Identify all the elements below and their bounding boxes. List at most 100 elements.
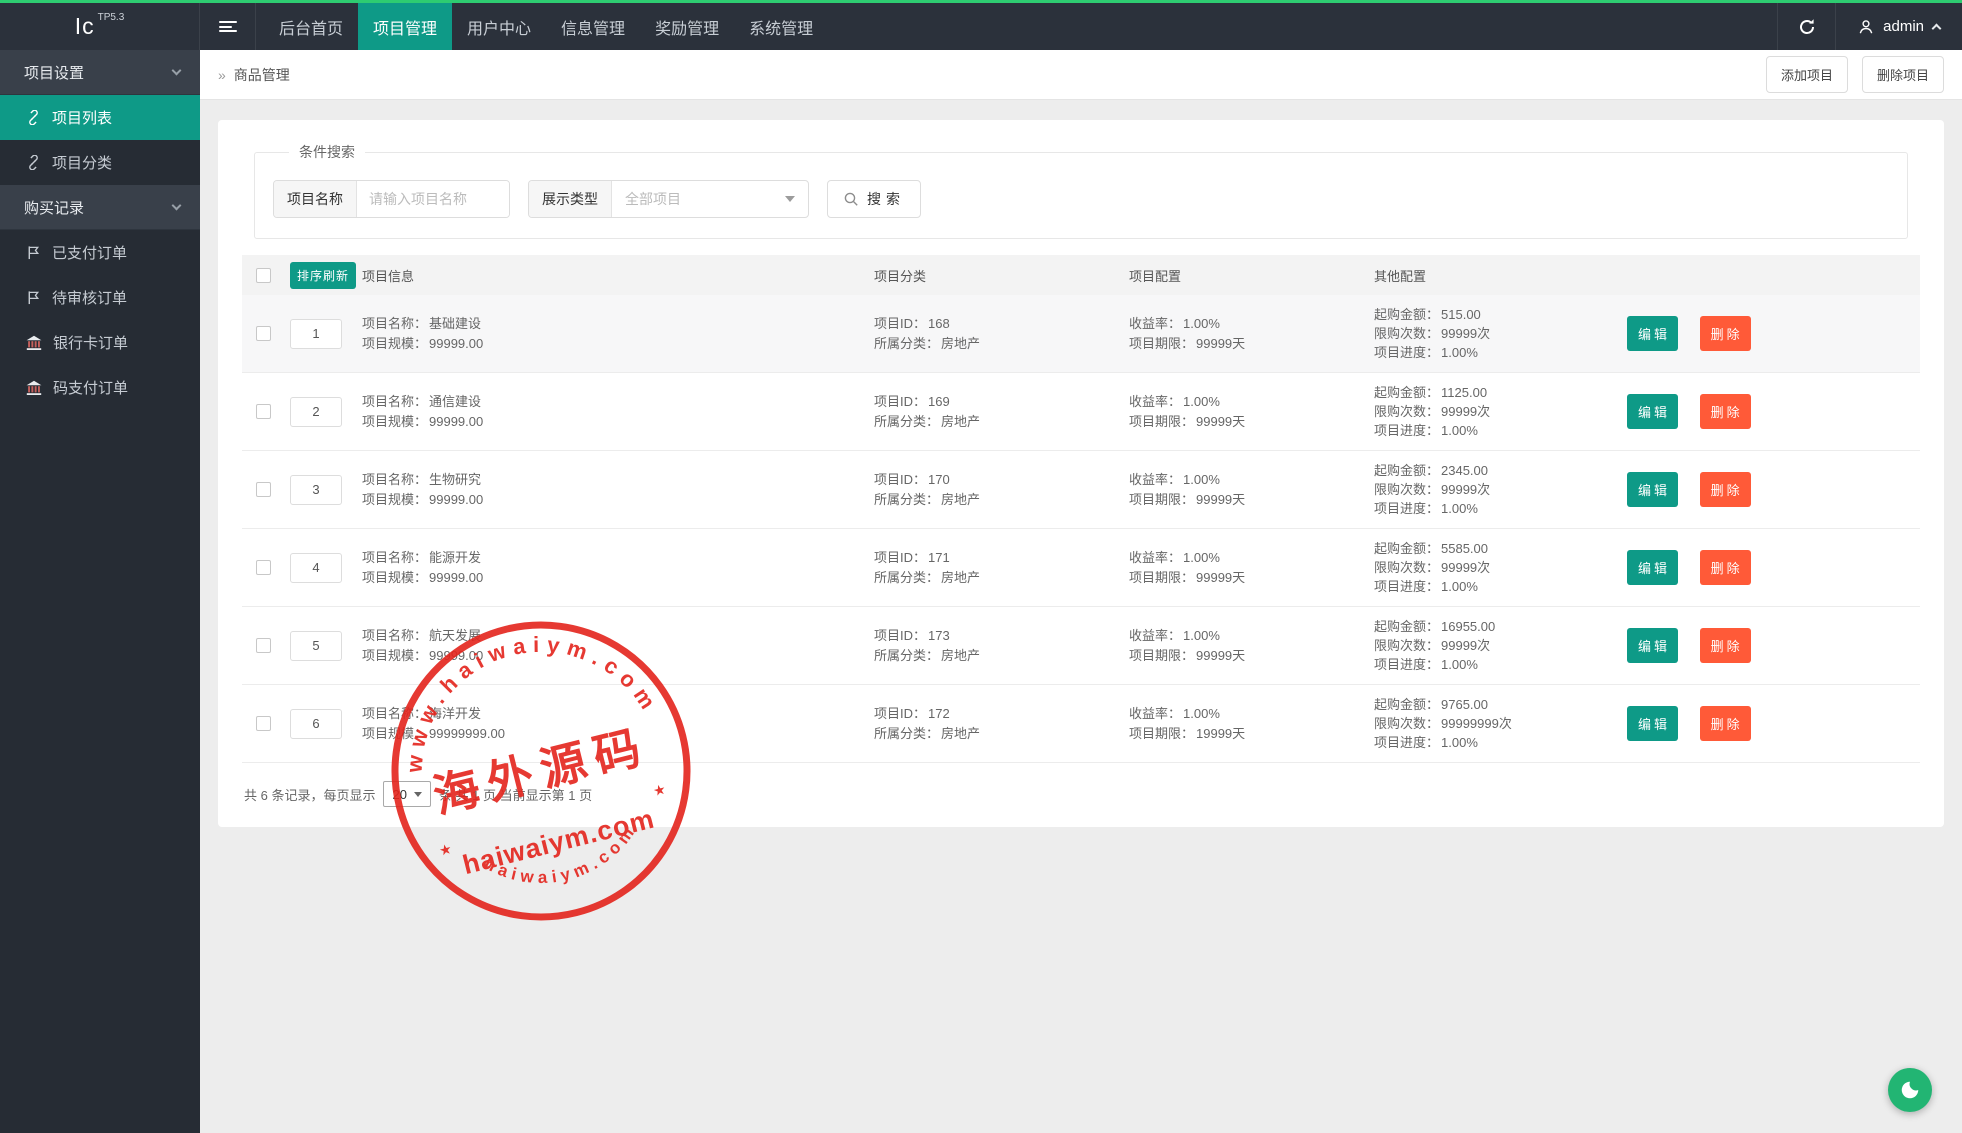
crescent-icon	[1899, 1079, 1921, 1101]
topbar: Ic TP5.3 后台首页 项目管理 用户中心 信息管理 奖励管理 系统管理	[0, 0, 1962, 50]
project-rate-label: 收益率：	[1129, 472, 1181, 487]
sidebar-item-qrpay-orders[interactable]: 码支付订单	[0, 365, 200, 410]
edit-button[interactable]: 编辑	[1627, 706, 1678, 741]
topnav-item-rewards[interactable]: 奖励管理	[640, 3, 734, 50]
row-order-input[interactable]	[290, 475, 342, 505]
sidebar-group-project-settings[interactable]: 项目设置	[0, 50, 200, 95]
breadcrumb-arrow-icon: »	[218, 67, 226, 83]
search-form: 项目名称 展示类型 全部项目	[273, 180, 1889, 218]
select-all-checkbox[interactable]	[256, 268, 271, 283]
delete-button[interactable]: 删除	[1700, 472, 1751, 507]
top-navigation: 后台首页 项目管理 用户中心 信息管理 奖励管理 系统管理	[264, 3, 828, 50]
delete-button[interactable]: 删除	[1700, 394, 1751, 429]
page-size-select[interactable]: 20	[383, 781, 430, 807]
row-order-input[interactable]	[290, 631, 342, 661]
sort-refresh-button[interactable]: 排序刷新	[290, 262, 356, 289]
row-checkbox[interactable]	[256, 482, 271, 497]
column-header-config: 项目配置	[1129, 266, 1374, 285]
sidebar-item-label: 待审核订单	[52, 287, 127, 308]
delete-button[interactable]: 删除	[1700, 550, 1751, 585]
project-name-value: 航天发展	[429, 628, 481, 643]
project-scale-label: 项目规模：	[362, 570, 427, 585]
project-name-value: 通信建设	[429, 394, 481, 409]
display-type-select[interactable]: 全部项目	[612, 181, 808, 217]
theme-float-button[interactable]	[1888, 1068, 1932, 1112]
main-area: » 商品管理 添加项目 删除项目 条件搜索 项目名称	[200, 50, 1962, 1133]
delete-button[interactable]: 删除	[1700, 628, 1751, 663]
sidebar-item-label: 码支付订单	[53, 377, 128, 398]
progress-value: 1.00%	[1441, 735, 1478, 750]
project-rate-label: 收益率：	[1129, 316, 1181, 331]
row-checkbox[interactable]	[256, 638, 271, 653]
purchase-limit-value: 99999次	[1441, 404, 1490, 419]
project-name-value: 能源开发	[429, 550, 481, 565]
sidebar-item-project-category[interactable]: 项目分类	[0, 140, 200, 185]
add-project-button[interactable]: 添加项目	[1766, 56, 1848, 93]
row-order-input[interactable]	[290, 553, 342, 583]
project-name-value: 海洋开发	[429, 706, 481, 721]
topnav-item-home[interactable]: 后台首页	[264, 3, 358, 50]
project-scale-label: 项目规模：	[362, 336, 427, 351]
row-checkbox[interactable]	[256, 560, 271, 575]
sidebar-toggle-button[interactable]	[200, 3, 256, 50]
project-category-value: 房地产	[941, 414, 980, 429]
pagination: 共 6 条记录，每页显示 20 条 共 1 页 当前显示第 1 页	[244, 781, 1920, 807]
sidebar-group-purchase-records[interactable]: 购买记录	[0, 185, 200, 230]
min-amount-label: 起购金额：	[1374, 385, 1439, 400]
project-name-input[interactable]	[357, 181, 509, 217]
sidebar-item-bankcard-orders[interactable]: 银行卡订单	[0, 320, 200, 365]
row-checkbox[interactable]	[256, 404, 271, 419]
sidebar-item-paid-orders[interactable]: 已支付订单	[0, 230, 200, 275]
min-amount-value: 1125.00	[1441, 385, 1487, 400]
project-name-label: 项目名称：	[362, 394, 427, 409]
row-order-input[interactable]	[290, 709, 342, 739]
logo: Ic TP5.3	[0, 3, 200, 50]
min-amount-label: 起购金额：	[1374, 619, 1439, 634]
progress-value: 1.00%	[1441, 657, 1478, 672]
edit-button[interactable]: 编辑	[1627, 550, 1678, 585]
edit-button[interactable]: 编辑	[1627, 394, 1678, 429]
table-row: 项目名称：基础建设 项目规模：99999.00 项目ID：168 所属分类：房地…	[242, 295, 1920, 373]
project-id-label: 项目ID：	[874, 550, 926, 565]
bank-icon	[26, 335, 42, 351]
delete-button[interactable]: 删除	[1700, 706, 1751, 741]
table-header: 排序刷新 项目信息 项目分类 项目配置 其他配置	[242, 255, 1920, 295]
project-category-value: 房地产	[941, 336, 980, 351]
topnav-item-system[interactable]: 系统管理	[734, 3, 828, 50]
pager-summary: 共 6 条记录，每页显示	[244, 785, 375, 804]
edit-button[interactable]: 编辑	[1627, 472, 1678, 507]
sidebar-item-project-list[interactable]: 项目列表	[0, 95, 200, 140]
sidebar-group-label: 购买记录	[24, 197, 84, 218]
content: 条件搜索 项目名称 展示类型 全部项目	[200, 100, 1962, 847]
topnav-item-users[interactable]: 用户中心	[452, 3, 546, 50]
delete-project-button[interactable]: 删除项目	[1862, 56, 1944, 93]
table-body: 项目名称：基础建设 项目规模：99999.00 项目ID：168 所属分类：房地…	[242, 295, 1920, 763]
page-actions: 添加项目 删除项目	[1766, 56, 1944, 93]
table-row: 项目名称：航天发展 项目规模：99999.00 项目ID：173 所属分类：房地…	[242, 607, 1920, 685]
edit-button[interactable]: 编辑	[1627, 628, 1678, 663]
row-checkbox[interactable]	[256, 716, 271, 731]
row-checkbox[interactable]	[256, 326, 271, 341]
topnav-item-info[interactable]: 信息管理	[546, 3, 640, 50]
project-term-label: 项目期限：	[1129, 726, 1194, 741]
account-menu[interactable]: admin	[1835, 3, 1962, 50]
delete-button[interactable]: 删除	[1700, 316, 1751, 351]
sidebar-item-pending-orders[interactable]: 待审核订单	[0, 275, 200, 320]
progress-value: 1.00%	[1441, 579, 1478, 594]
refresh-button[interactable]	[1777, 3, 1835, 50]
min-amount-label: 起购金额：	[1374, 463, 1439, 478]
min-amount-value: 2345.00	[1441, 463, 1488, 478]
search-button[interactable]: 搜索	[827, 180, 921, 218]
project-name-label: 项目名称	[274, 181, 357, 217]
edit-button[interactable]: 编辑	[1627, 316, 1678, 351]
min-amount-label: 起购金额：	[1374, 307, 1439, 322]
min-amount-value: 9765.00	[1441, 697, 1488, 712]
pager-page-info: 条 共 1 页 当前显示第 1 页	[439, 785, 592, 804]
topnav-item-projects[interactable]: 项目管理	[358, 3, 452, 50]
project-term-label: 项目期限：	[1129, 414, 1194, 429]
project-term-value: 99999天	[1196, 492, 1245, 507]
table-row: 项目名称：生物研究 项目规模：99999.00 项目ID：170 所属分类：房地…	[242, 451, 1920, 529]
row-order-input[interactable]	[290, 319, 342, 349]
row-order-input[interactable]	[290, 397, 342, 427]
project-id-label: 项目ID：	[874, 472, 926, 487]
